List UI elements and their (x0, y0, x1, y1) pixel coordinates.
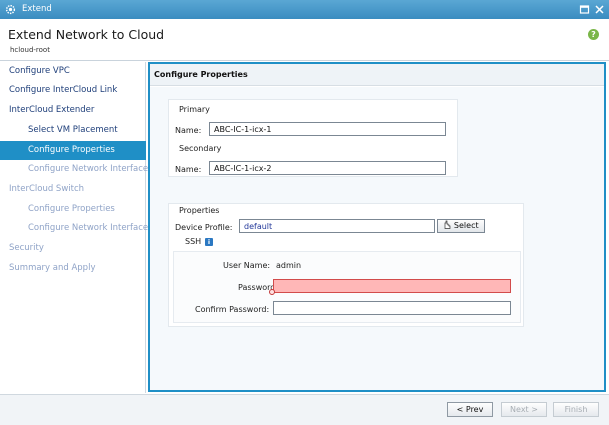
user-name-label: User Name: (223, 261, 271, 270)
panel-title: Configure Properties (154, 70, 248, 79)
sidebar-item-label: Configure Properties (28, 145, 115, 155)
sidebar-item-label: InterCloud Extender (9, 105, 95, 115)
confirm-password-input[interactable] (273, 301, 511, 315)
finish-button[interactable]: Finish (553, 402, 599, 417)
prev-button[interactable]: < Prev (447, 402, 493, 417)
window-title: Extend (22, 4, 52, 14)
device-profile-input[interactable] (239, 219, 435, 233)
sidebar-item-label: Security (9, 243, 44, 253)
sidebar-item-intercloud-switch[interactable]: InterCloud Switch (0, 180, 146, 199)
configure-properties-panel: Configure Properties Primary Name: Secon… (148, 62, 606, 392)
device-profile-label: Device Profile: (175, 223, 233, 232)
help-icon[interactable]: ? (588, 29, 599, 40)
secondary-heading: Secondary (179, 144, 222, 153)
sidebar-item-label: Configure Network Interfaces (28, 164, 153, 174)
secondary-name-input[interactable] (209, 161, 446, 175)
sidebar-item-extender-configure-network-interfaces[interactable]: Configure Network Interfaces (0, 160, 153, 179)
page-title: Extend Network to Cloud (8, 27, 165, 42)
info-icon[interactable]: i (205, 238, 213, 246)
wizard-steps-sidebar: Configure VPC Configure InterCloud Link … (0, 62, 153, 393)
primary-name-label: Name: (175, 126, 202, 135)
close-icon[interactable] (594, 4, 605, 15)
panel-body: Primary Name: Secondary Name: Properties… (150, 87, 604, 390)
user-name-value: admin (276, 261, 302, 270)
properties-group: Properties Device Profile: Select SSH i … (168, 203, 524, 327)
wizard-header: Extend Network to Cloud hcloud-root ? (0, 19, 609, 61)
properties-heading: Properties (179, 206, 220, 215)
sidebar-item-intercloud-extender[interactable]: InterCloud Extender (0, 101, 146, 120)
error-indicator-icon (269, 289, 275, 295)
sidebar-item-label: InterCloud Switch (9, 184, 85, 194)
sidebar-item-configure-intercloud-link[interactable]: Configure InterCloud Link (0, 81, 146, 100)
sidebar-item-select-vm-placement[interactable]: Select VM Placement (0, 121, 146, 140)
sidebar-item-switch-configure-properties[interactable]: Configure Properties (0, 200, 146, 219)
confirm-password-label: Confirm Password: (195, 305, 270, 314)
ssh-group: User Name: admin Password: Confirm Passw… (173, 251, 521, 323)
page-subtitle: hcloud-root (10, 46, 50, 54)
sidebar-item-label: Summary and Apply (9, 263, 96, 273)
select-button-label: Select (453, 221, 479, 230)
gear-icon (5, 4, 16, 15)
hand-pointer-icon (445, 220, 451, 229)
next-button[interactable]: Next > (501, 402, 547, 417)
sidebar-item-security[interactable]: Security (0, 239, 146, 258)
wizard-footer: < Prev Next > Finish (0, 394, 609, 425)
sidebar-item-label: Configure VPC (9, 66, 70, 76)
sidebar-item-label: Configure InterCloud Link (9, 85, 118, 95)
primary-heading: Primary (179, 105, 210, 114)
sidebar-item-configure-vpc[interactable]: Configure VPC (0, 62, 146, 81)
sidebar-item-label: Select VM Placement (28, 125, 118, 135)
panel-header: Configure Properties (150, 64, 604, 86)
select-button[interactable]: Select (437, 219, 485, 233)
sidebar-item-label: Configure Properties (28, 204, 115, 214)
sidebar-item-summary-and-apply[interactable]: Summary and Apply (0, 259, 146, 278)
password-input[interactable] (273, 279, 511, 293)
maximize-icon[interactable] (579, 4, 590, 15)
sidebar-item-label: Configure Network Interfaces (28, 223, 153, 233)
ssh-heading: SSH (185, 237, 202, 246)
primary-name-input[interactable] (209, 122, 446, 136)
sidebar-item-switch-configure-network-interfaces[interactable]: Configure Network Interfaces (0, 219, 153, 238)
names-group: Primary Name: Secondary Name: (168, 99, 458, 177)
sidebar-item-extender-configure-properties[interactable]: Configure Properties (0, 141, 146, 160)
window-title-bar: Extend (0, 0, 609, 19)
secondary-name-label: Name: (175, 165, 202, 174)
